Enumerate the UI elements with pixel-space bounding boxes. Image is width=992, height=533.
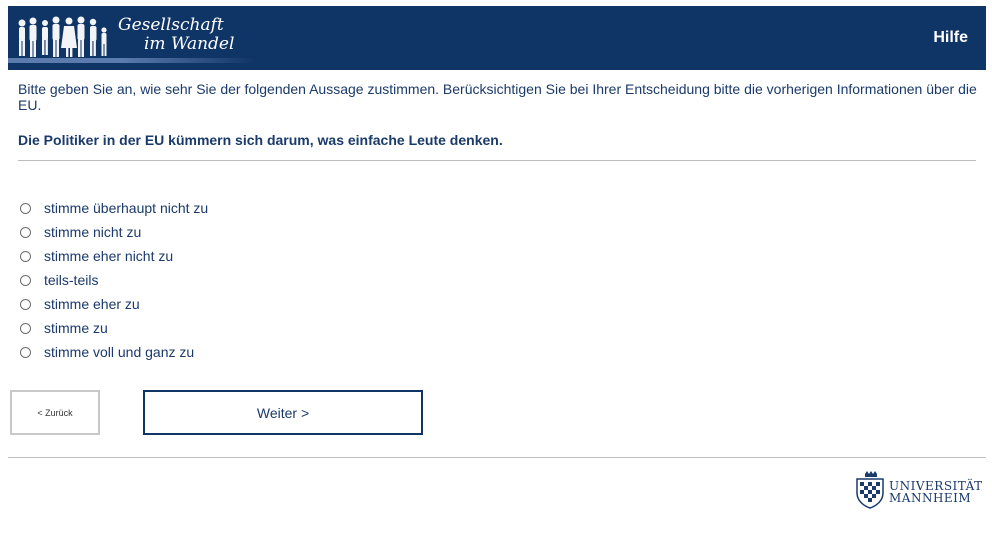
radio-button[interactable]: [20, 346, 31, 358]
university-name-line-2: MANNHEIM: [889, 491, 972, 505]
question-text: Die Politiker in der EU kümmern sich dar…: [18, 132, 503, 148]
university-crest-icon: [856, 471, 884, 509]
radio-button[interactable]: [20, 250, 31, 262]
answer-option[interactable]: stimme zu: [20, 316, 208, 340]
answer-label: stimme eher zu: [44, 296, 140, 312]
logo-line-1: Gesellschaft: [118, 15, 224, 35]
answer-option[interactable]: stimme voll und ganz zu: [20, 340, 208, 364]
answer-option[interactable]: stimme eher nicht zu: [20, 244, 208, 268]
help-link[interactable]: Hilfe: [933, 29, 968, 47]
answer-label: stimme nicht zu: [44, 224, 142, 240]
answer-label: stimme eher nicht zu: [44, 248, 174, 264]
gesellschaft-im-wandel-logo: Gesellschaft im Wandel: [8, 6, 268, 70]
answer-options: stimme überhaupt nicht zu stimme nicht z…: [20, 196, 208, 364]
answer-option[interactable]: stimme eher zu: [20, 292, 208, 316]
site-header: Gesellschaft im Wandel Hilfe: [8, 6, 986, 70]
answer-option[interactable]: stimme überhaupt nicht zu: [20, 196, 208, 220]
people-silhouettes-icon: [8, 16, 120, 63]
answer-option[interactable]: teils-teils: [20, 268, 208, 292]
logo-line-2: im Wandel: [144, 34, 235, 54]
answer-label: stimme zu: [44, 320, 108, 336]
radio-button[interactable]: [20, 298, 31, 310]
radio-button[interactable]: [20, 322, 31, 334]
next-button[interactable]: Weiter >: [143, 390, 423, 435]
answer-label: teils-teils: [44, 272, 99, 288]
footer-divider: [8, 457, 986, 458]
university-name: UNIVERSITÄT MANNHEIM: [889, 480, 983, 504]
back-button[interactable]: < Zurück: [10, 390, 100, 435]
radio-button[interactable]: [20, 274, 31, 286]
university-mannheim-logo: UNIVERSITÄT MANNHEIM: [853, 470, 987, 510]
answer-option[interactable]: stimme nicht zu: [20, 220, 208, 244]
logo-wordmark: Gesellschaft im Wandel: [118, 16, 234, 54]
instruction-text: Bitte geben Sie an, wie sehr Sie der fol…: [18, 81, 977, 113]
radio-button[interactable]: [20, 226, 31, 238]
logo-underline: [120, 58, 256, 63]
divider: [18, 160, 976, 161]
radio-button[interactable]: [20, 202, 31, 214]
answer-label: stimme überhaupt nicht zu: [44, 200, 209, 216]
answer-label: stimme voll und ganz zu: [44, 344, 195, 360]
